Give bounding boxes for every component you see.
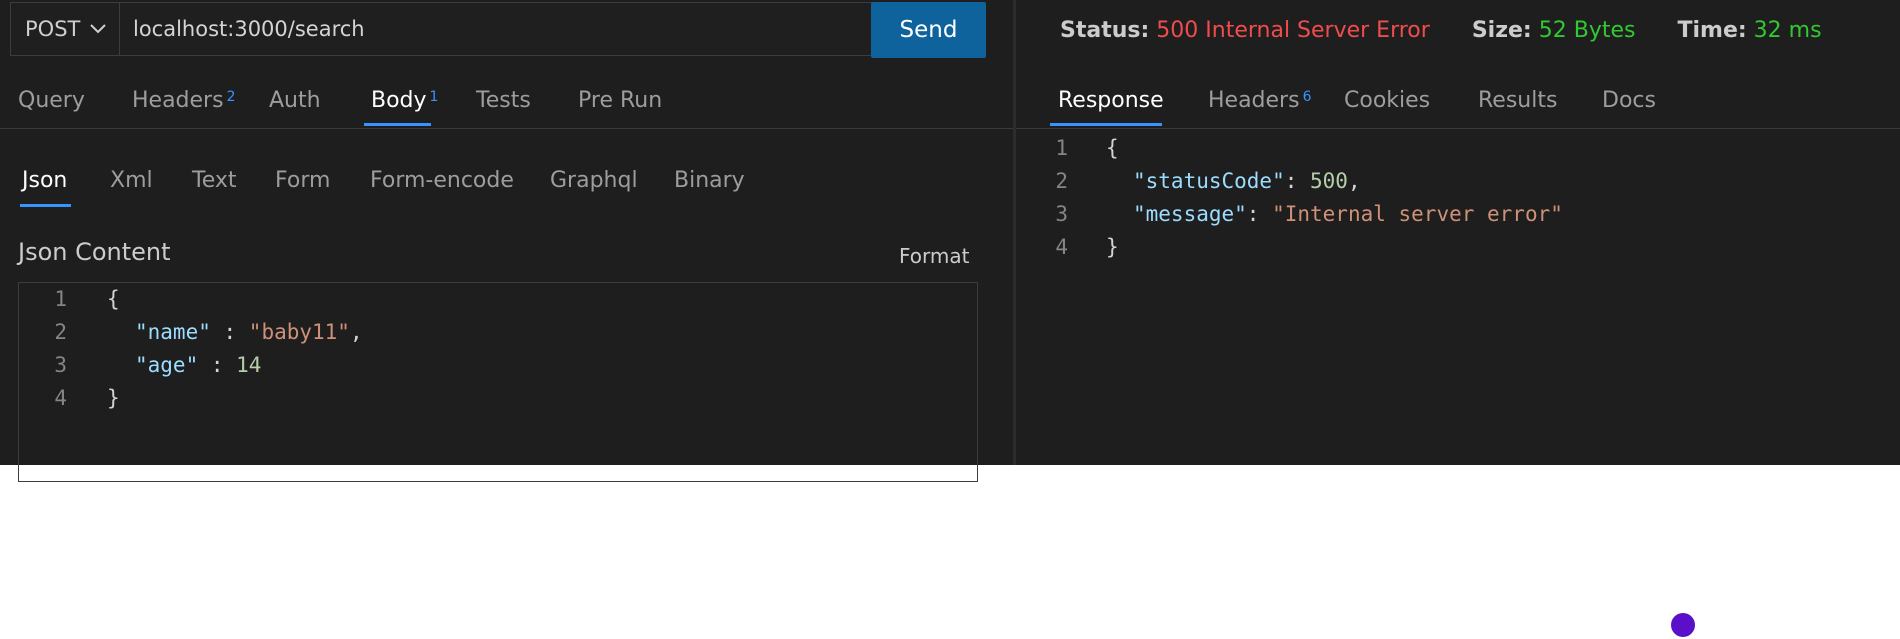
tab-cookies[interactable]: Cookies (1344, 88, 1430, 113)
tab-docs-label: Docs (1602, 88, 1656, 113)
code-line: "name" : "baby11", (135, 316, 363, 348)
response-status-bar: Status: 500 Internal Server Error Size: … (1060, 18, 1822, 43)
json-separator: : (1246, 202, 1273, 226)
active-response-tab-indicator (1050, 123, 1162, 126)
send-button[interactable]: Send (871, 2, 986, 58)
line-number: 1 (1055, 136, 1068, 160)
tab-response[interactable]: Response (1058, 88, 1164, 113)
line-number: 4 (1055, 235, 1068, 259)
json-key: "message" (1133, 202, 1247, 226)
line-number: 1 (54, 287, 67, 311)
tab-response-headers-badge: 6 (1302, 89, 1312, 105)
format-button[interactable]: Format (899, 244, 969, 268)
line-number: 3 (54, 353, 67, 377)
status-value: 500 Internal Server Error (1156, 18, 1430, 43)
line-number: 4 (54, 386, 67, 410)
tab-tests-label: Tests (476, 88, 531, 113)
body-type-tabs: Json Xml Text Form Form-encode Graphql B… (0, 158, 1013, 208)
tab-pre-run-label: Pre Run (578, 88, 663, 113)
code-line: "message": "Internal server error" (1133, 198, 1563, 230)
line-number: 2 (54, 320, 67, 344)
tab-body[interactable]: Body 1 (371, 88, 438, 113)
tab-pre-run[interactable]: Pre Run (578, 88, 662, 113)
body-tab-xml[interactable]: Xml (110, 168, 153, 193)
tab-response-headers[interactable]: Headers 6 (1208, 88, 1312, 113)
request-pane: POST localhost:3000/search Send Query He… (0, 0, 1013, 482)
tab-results-label: Results (1478, 88, 1558, 113)
active-tab-indicator (364, 123, 431, 126)
tab-tests[interactable]: Tests (476, 88, 531, 113)
body-tab-text[interactable]: Text (192, 168, 237, 193)
code-line: "age" : 14 (135, 349, 261, 381)
tab-query-label: Query (18, 88, 85, 113)
tab-results[interactable]: Results (1478, 88, 1557, 113)
body-tab-form-encode[interactable]: Form-encode (370, 168, 514, 193)
size-label: Size: (1471, 18, 1532, 43)
request-bar: POST localhost:3000/search Send (10, 2, 986, 58)
code-line: { (1106, 132, 1119, 164)
url-input[interactable]: localhost:3000/search (120, 2, 882, 56)
body-tab-graphql[interactable]: Graphql (550, 168, 638, 193)
cursor-indicator-dot (1671, 613, 1695, 637)
tab-cookies-label: Cookies (1344, 88, 1431, 113)
tab-headers[interactable]: Headers 2 (132, 88, 236, 113)
code-line: "statusCode": 500, (1133, 165, 1361, 197)
json-key: "statusCode" (1133, 169, 1285, 193)
json-separator: : (210, 320, 249, 344)
code-line: } (1106, 231, 1119, 263)
method-select[interactable]: POST (10, 2, 120, 56)
response-pane: Status: 500 Internal Server Error Size: … (1016, 0, 1900, 465)
time-label: Time: (1677, 18, 1747, 43)
body-tab-form[interactable]: Form (275, 168, 330, 193)
json-content-label: Json Content (18, 238, 171, 266)
brace-close: } (107, 386, 120, 410)
active-body-tab-indicator (20, 204, 71, 207)
line-number: 3 (1055, 202, 1068, 226)
json-string: "baby11" (248, 320, 350, 344)
tab-docs[interactable]: Docs (1602, 88, 1656, 113)
tab-query[interactable]: Query (18, 88, 85, 113)
request-tabs: Query Headers 2 Auth Body 1 Tests Pre Run (0, 78, 1013, 129)
json-number: 500 (1310, 169, 1348, 193)
json-separator: : (198, 353, 237, 377)
api-client-window: POST localhost:3000/search Send Query He… (0, 0, 1900, 482)
body-tab-json[interactable]: Json (22, 168, 67, 193)
json-number: 14 (236, 353, 262, 377)
tab-headers-badge: 2 (226, 89, 236, 105)
brace-open: { (107, 287, 120, 311)
response-viewer: 1 2 3 4 { "statusCode": 500, "message": … (1016, 132, 1896, 272)
json-string: "Internal server error" (1272, 202, 1563, 226)
body-tab-binary[interactable]: Binary (674, 168, 745, 193)
tab-auth[interactable]: Auth (269, 88, 321, 113)
json-key: "name" (135, 320, 211, 344)
code-line: } (107, 382, 120, 414)
json-comma: , (1347, 169, 1361, 193)
size-value: 52 Bytes (1538, 18, 1636, 43)
brace-close: } (1106, 235, 1119, 259)
tab-body-badge: 1 (429, 89, 439, 105)
json-editor[interactable]: 1 2 3 4 { "name" : "baby11", "age" : 14 … (18, 282, 978, 482)
time-value: 32 ms (1753, 18, 1822, 43)
json-separator: : (1284, 169, 1311, 193)
tab-auth-label: Auth (269, 88, 321, 113)
json-key: "age" (135, 353, 199, 377)
chevron-down-icon (90, 24, 106, 34)
code-line: { (107, 283, 120, 315)
tab-headers-label: Headers (132, 88, 224, 113)
json-comma: , (349, 320, 363, 344)
url-value: localhost:3000/search (133, 17, 365, 41)
tab-body-label: Body (371, 88, 427, 113)
tab-response-label: Response (1058, 88, 1164, 113)
response-tabs: Response Headers 6 Cookies Results Docs (1016, 78, 1900, 129)
tab-response-headers-label: Headers (1208, 88, 1300, 113)
status-label: Status: (1060, 18, 1150, 43)
brace-open: { (1106, 136, 1119, 160)
line-number: 2 (1055, 169, 1068, 193)
method-label: POST (25, 17, 81, 41)
